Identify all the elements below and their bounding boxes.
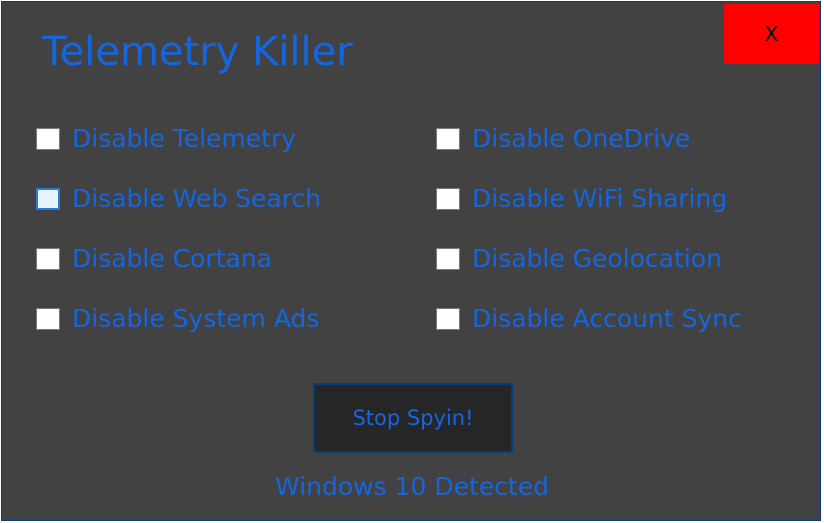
option-disable-account-sync[interactable]: Disable Account Sync	[436, 299, 742, 339]
option-disable-wifi-sharing[interactable]: Disable WiFi Sharing	[436, 179, 727, 219]
disable-onedrive-checkbox[interactable]	[436, 128, 460, 150]
disable-telemetry-label: Disable Telemetry	[72, 124, 297, 153]
disable-cortana-label: Disable Cortana	[72, 244, 272, 273]
close-button[interactable]: X	[724, 4, 819, 64]
disable-geolocation-label: Disable Geolocation	[472, 244, 722, 273]
disable-account-sync-label: Disable Account Sync	[472, 304, 742, 333]
disable-wifi-sharing-label: Disable WiFi Sharing	[472, 184, 728, 213]
disable-wifi-sharing-checkbox[interactable]	[436, 188, 460, 210]
option-disable-web-search[interactable]: Disable Web Search	[36, 179, 321, 219]
app-window: Telemetry Killer X Disable Telemetry Dis…	[1, 1, 821, 521]
app-title: Telemetry Killer	[42, 29, 353, 75]
option-disable-onedrive[interactable]: Disable OneDrive	[436, 119, 690, 159]
os-status-text: Windows 10 Detected	[275, 472, 549, 501]
disable-system-ads-checkbox[interactable]	[36, 308, 60, 330]
option-disable-telemetry[interactable]: Disable Telemetry	[36, 119, 296, 159]
disable-geolocation-checkbox[interactable]	[436, 248, 460, 270]
disable-web-search-checkbox[interactable]	[36, 188, 60, 210]
option-disable-cortana[interactable]: Disable Cortana	[36, 239, 272, 279]
stop-spying-button[interactable]: Stop Spyin!	[313, 383, 513, 453]
disable-cortana-checkbox[interactable]	[36, 248, 60, 270]
option-disable-geolocation[interactable]: Disable Geolocation	[436, 239, 722, 279]
disable-account-sync-checkbox[interactable]	[436, 308, 460, 330]
disable-telemetry-checkbox[interactable]	[36, 128, 60, 150]
option-disable-system-ads[interactable]: Disable System Ads	[36, 299, 319, 339]
disable-onedrive-label: Disable OneDrive	[472, 124, 691, 153]
disable-system-ads-label: Disable System Ads	[72, 304, 320, 333]
disable-web-search-label: Disable Web Search	[72, 184, 322, 213]
